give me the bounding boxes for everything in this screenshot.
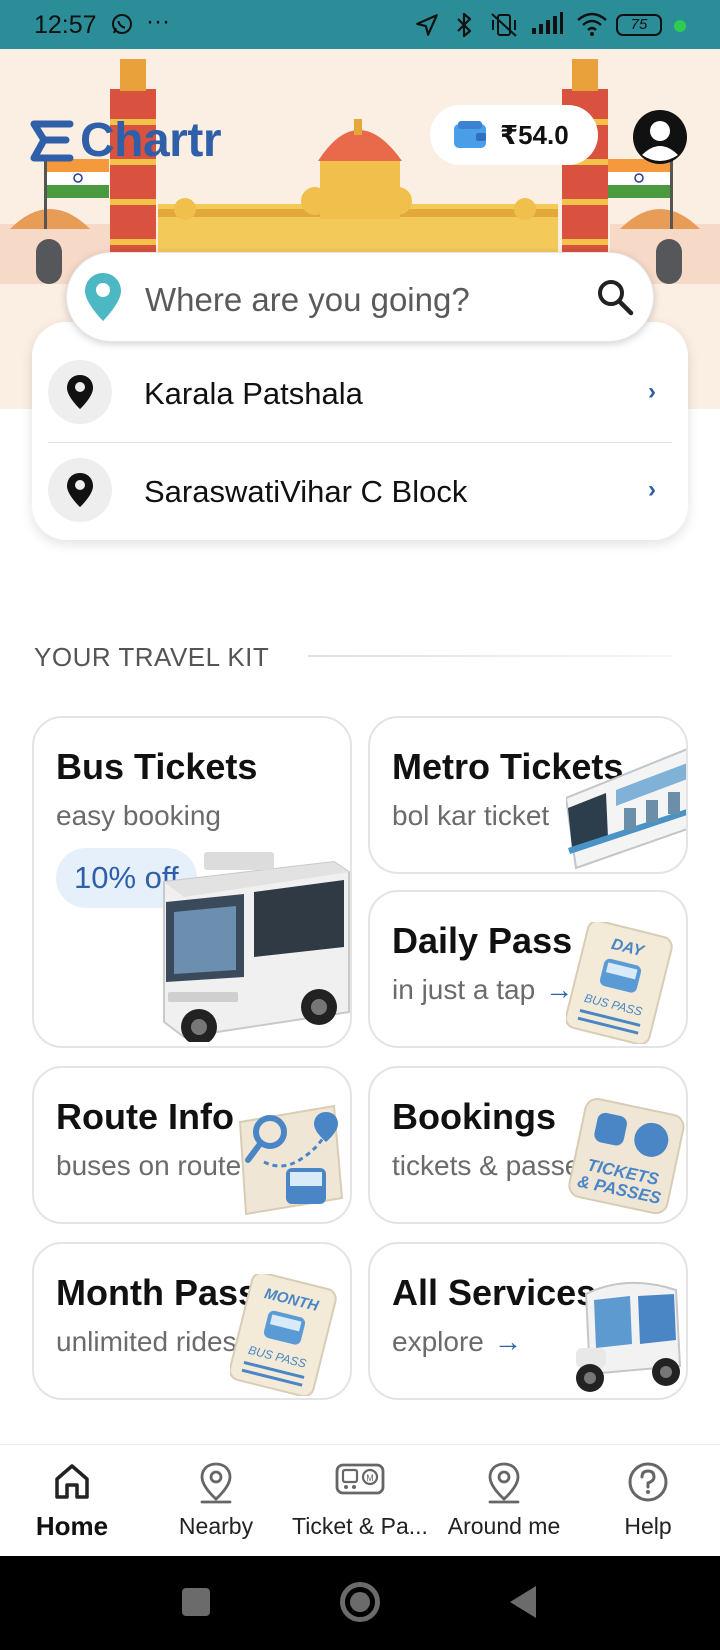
location-pin-icon xyxy=(196,1461,236,1510)
divider xyxy=(308,655,672,657)
arrow-right-icon: → xyxy=(493,1326,522,1357)
recent-apps-button[interactable] xyxy=(182,1588,210,1616)
recent-place-pin xyxy=(48,458,112,522)
user-icon xyxy=(633,110,687,164)
route-map-illustration xyxy=(238,1104,344,1216)
bookings-card[interactable]: Bookings tickets & passes TICKETS & PASS… xyxy=(368,1066,688,1224)
nav-label: Home xyxy=(35,1511,109,1541)
card-subtitle: buses on route xyxy=(56,1150,242,1181)
recent-place-item[interactable]: SaraswatiVihar C Block › xyxy=(48,444,672,538)
card-title: Route Info xyxy=(56,1096,234,1137)
bottom-navigation: Home Nearby M Ticket & Pa... Around me H… xyxy=(0,1444,720,1556)
card-subtitle-text: in just a tap xyxy=(392,974,536,1005)
recent-place-label: SaraswatiVihar C Block xyxy=(144,474,468,509)
back-button[interactable] xyxy=(508,1584,538,1625)
wifi-icon xyxy=(576,12,608,41)
card-subtitle: easy booking xyxy=(56,800,222,831)
camera-indicator-dot xyxy=(674,20,686,32)
help-icon xyxy=(627,1461,669,1508)
chevron-right-icon: › xyxy=(648,476,656,503)
home-icon xyxy=(52,1461,92,1506)
tickets-passes-illustration: TICKETS & PASSES xyxy=(568,1097,685,1215)
logo-text: Chartr xyxy=(80,114,222,167)
chartr-logo-icon xyxy=(30,120,74,161)
location-pin-icon xyxy=(484,1461,524,1510)
card-title: Bookings xyxy=(392,1096,557,1137)
auto-rickshaw-illustration xyxy=(576,1281,682,1392)
all-services-card[interactable]: All Services explore → xyxy=(368,1242,688,1400)
metro-train-illustration xyxy=(566,748,686,870)
nav-ticket-pass[interactable]: M Ticket & Pa... xyxy=(288,1445,432,1557)
nav-label: Nearby xyxy=(178,1513,254,1539)
profile-avatar-button[interactable] xyxy=(632,109,688,165)
home-button[interactable] xyxy=(340,1582,380,1622)
recent-place-pin xyxy=(48,360,112,424)
card-title: Bus Tickets xyxy=(56,746,258,787)
month-pass-card[interactable]: Month Pass unlimited rides MONTH BUS PAS… xyxy=(32,1242,352,1400)
month-pass-illustration: MONTH BUS PASS xyxy=(230,1274,337,1396)
nav-help[interactable]: Help xyxy=(576,1445,720,1557)
card-subtitle: tickets & passes xyxy=(392,1150,595,1181)
system-navigation-bar xyxy=(0,1556,720,1650)
travel-kit-heading: YOUR TRAVEL KIT xyxy=(34,642,270,672)
nav-label: Help xyxy=(624,1513,672,1539)
bus-illustration xyxy=(163,852,350,1042)
nav-label: Ticket & Pa... xyxy=(292,1513,428,1539)
wallet-balance-button[interactable]: ₹54.0 xyxy=(430,105,598,165)
status-bar: 12:57 ··· 75 xyxy=(0,0,720,49)
card-subtitle-text: explore xyxy=(392,1326,484,1357)
route-info-card[interactable]: Route Info buses on route xyxy=(32,1066,352,1224)
status-time: 12:57 xyxy=(34,11,97,39)
card-title: Daily Pass xyxy=(392,920,573,961)
bus-tickets-card[interactable]: Bus Tickets easy booking 10% off xyxy=(32,716,352,1048)
bluetooth-icon xyxy=(452,12,476,43)
chartr-logo: Chartr xyxy=(30,113,222,168)
wallet-icon xyxy=(454,121,486,148)
battery-icon: 75 xyxy=(616,14,662,36)
card-subtitle: bol kar ticket xyxy=(392,800,550,831)
card-subtitle: unlimited rides xyxy=(56,1326,237,1357)
bus-metro-ticket-icon: M xyxy=(335,1461,385,1502)
location-pin-icon xyxy=(67,375,93,409)
destination-pin-icon xyxy=(85,273,121,326)
recent-place-label: Karala Patshala xyxy=(144,376,363,411)
nav-label: Around me xyxy=(447,1513,561,1539)
search-icon[interactable] xyxy=(595,277,635,322)
chevron-right-icon: › xyxy=(648,378,656,405)
more-icon: ··· xyxy=(146,8,170,35)
whatsapp-icon xyxy=(110,12,134,41)
home-button-dot xyxy=(350,1592,370,1612)
card-subtitle: in just a tap → xyxy=(392,974,573,1006)
svg-text:M: M xyxy=(366,1473,374,1483)
nav-nearby[interactable]: Nearby xyxy=(144,1445,288,1557)
divider xyxy=(48,442,672,443)
nav-around-me[interactable]: Around me xyxy=(432,1445,576,1557)
signal-icon xyxy=(530,12,564,41)
card-title: Month Pass xyxy=(56,1272,259,1313)
search-placeholder: Where are you going? xyxy=(145,281,470,318)
metro-tickets-card[interactable]: Metro Tickets bol kar ticket xyxy=(368,716,688,874)
wallet-amount: ₹54.0 xyxy=(500,119,569,150)
location-pin-icon xyxy=(67,473,93,507)
location-arrow-icon xyxy=(414,12,440,43)
recent-place-item[interactable]: Karala Patshala › xyxy=(48,346,672,440)
daily-pass-card[interactable]: Daily Pass in just a tap → DAY BUS PASS xyxy=(368,890,688,1048)
card-subtitle: explore → xyxy=(392,1326,522,1358)
search-input[interactable]: Where are you going? xyxy=(66,252,654,342)
day-pass-illustration: DAY BUS PASS xyxy=(566,922,673,1044)
vibrate-off-icon xyxy=(488,12,520,43)
nav-home[interactable]: Home xyxy=(0,1445,144,1557)
